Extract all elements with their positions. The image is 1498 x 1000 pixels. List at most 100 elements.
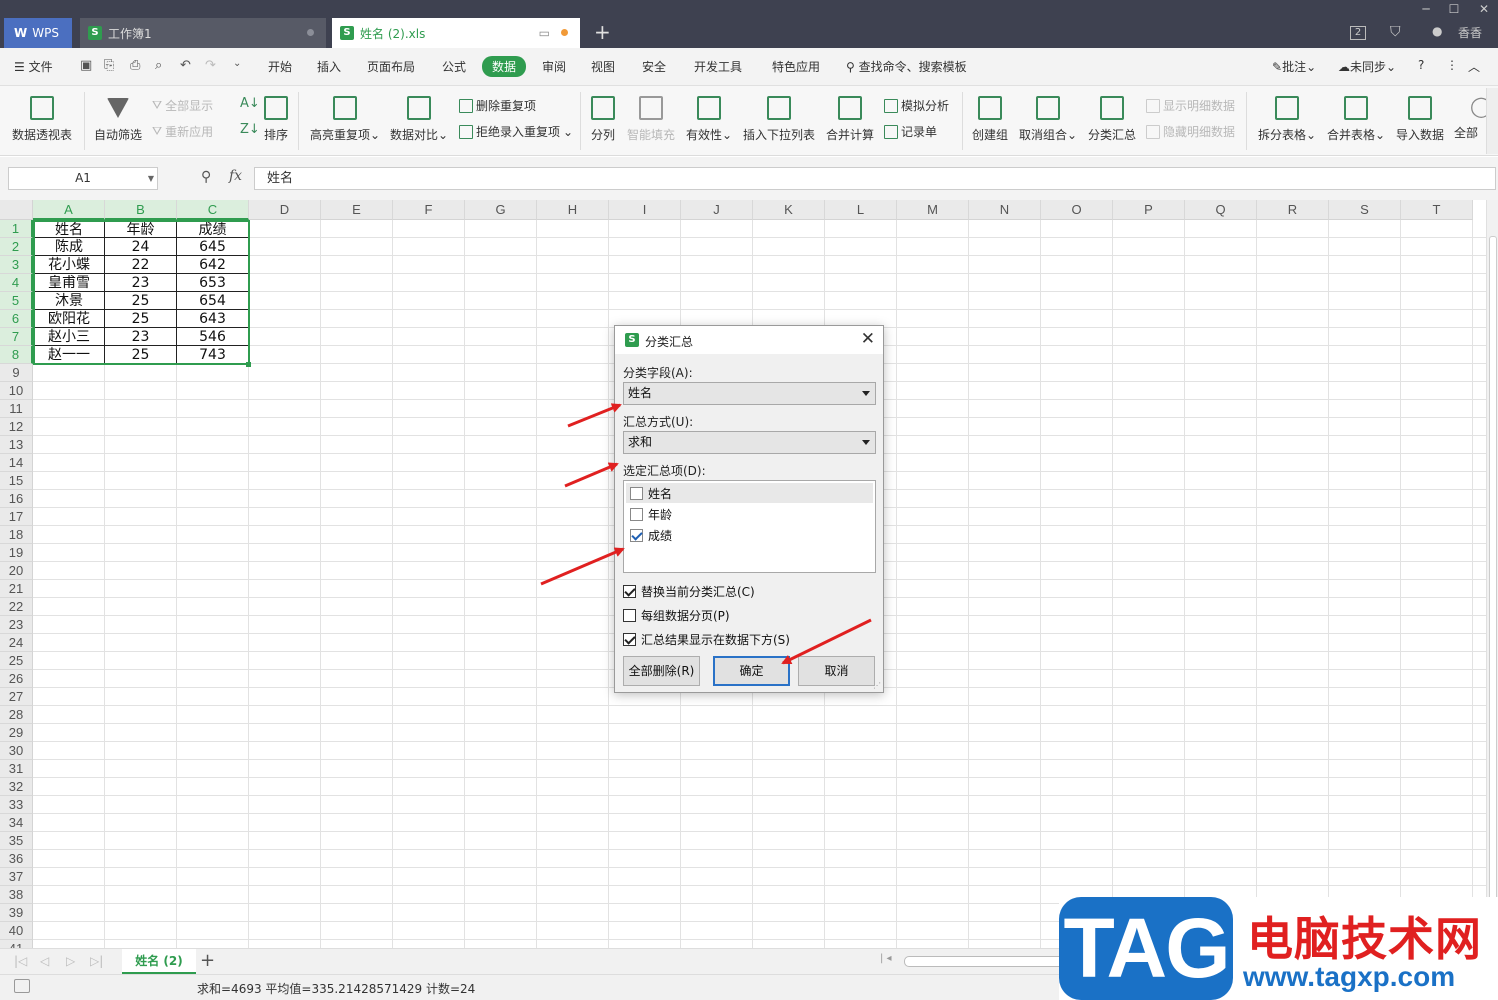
row-header[interactable]: 12 (0, 418, 33, 436)
remove-all-button[interactable]: 全部删除(R) (623, 656, 700, 686)
fill-handle[interactable] (246, 362, 251, 367)
data-cell[interactable]: 陈成 (33, 238, 105, 256)
checkbox[interactable] (630, 507, 643, 521)
consolidate-button[interactable]: 合并计算 (826, 96, 874, 143)
subtotal-button[interactable]: 分类汇总 (1088, 96, 1136, 143)
macro-record-icon[interactable] (14, 979, 30, 993)
more-icon[interactable]: ⋮ (1446, 58, 1458, 72)
row-header[interactable]: 3 (0, 256, 33, 274)
command-search[interactable]: ⚲ 查找命令、搜索模板 (846, 58, 967, 75)
tab-workbook1[interactable]: S 工作簿1 (80, 18, 326, 48)
row-header[interactable]: 39 (0, 904, 33, 922)
scroll-left-icon[interactable]: | ◂ (880, 953, 892, 964)
tab-current-file[interactable]: S 姓名 (2).xls ▭ (332, 18, 580, 48)
close-window-button[interactable]: ✕ (1470, 0, 1498, 18)
prev-sheet-icon[interactable]: ◁ (40, 954, 49, 968)
data-cell[interactable]: 22 (105, 256, 177, 274)
column-header[interactable]: L (825, 200, 897, 220)
row-header[interactable]: 6 (0, 310, 33, 328)
sheet-tab-active[interactable]: 姓名 (2) (122, 949, 196, 974)
tab-security[interactable]: 安全 (642, 58, 666, 75)
tab-special-apps[interactable]: 特色应用 (772, 58, 820, 75)
add-sheet-button[interactable]: + (200, 950, 215, 971)
replace-subtotals-option[interactable]: 替换当前分类汇总(C) (623, 583, 755, 600)
column-header[interactable]: R (1257, 200, 1329, 220)
column-header[interactable]: S (1329, 200, 1401, 220)
show-all-button[interactable]: ⛛ 全部显示 (152, 97, 213, 114)
column-header[interactable]: O (1041, 200, 1113, 220)
row-header[interactable]: 2 (0, 238, 33, 256)
sync-button[interactable]: ☁未同步⌄ (1338, 58, 1396, 75)
row-header[interactable]: 31 (0, 760, 33, 778)
column-header[interactable]: T (1401, 200, 1473, 220)
monitor-icon[interactable]: ▭ (539, 26, 550, 40)
dialog-title-bar[interactable]: S 分类汇总 ✕ (615, 326, 883, 354)
row-header[interactable]: 18 (0, 526, 33, 544)
checkbox[interactable] (630, 486, 643, 500)
data-cell[interactable]: 645 (177, 238, 249, 256)
column-header[interactable]: D (249, 200, 321, 220)
summary-item-name[interactable]: 姓名 (626, 483, 873, 503)
sort-button[interactable]: 排序 (264, 96, 288, 143)
undo-icon[interactable]: ↶ (180, 58, 191, 73)
resize-grip-icon[interactable]: ⋰ (873, 681, 881, 690)
tab-insert[interactable]: 插入 (317, 58, 341, 75)
data-cell[interactable]: 皇甫雪 (33, 274, 105, 292)
column-header[interactable]: M (897, 200, 969, 220)
data-cell[interactable]: 23 (105, 328, 177, 346)
row-header[interactable]: 5 (0, 292, 33, 310)
row-header[interactable]: 38 (0, 886, 33, 904)
save-icon[interactable]: ▣ (80, 58, 92, 73)
cancel-button[interactable]: 取消 (798, 656, 875, 686)
summary-items-list[interactable]: 姓名 年龄 成绩 (623, 480, 876, 573)
row-header[interactable]: 29 (0, 724, 33, 742)
ok-button[interactable]: 确定 (713, 656, 790, 686)
tab-data[interactable]: 数据 (482, 56, 527, 77)
checkbox-checked[interactable] (630, 528, 643, 542)
tab-view[interactable]: 视图 (591, 58, 615, 75)
tab-start[interactable]: 开始 (268, 58, 292, 75)
row-header[interactable]: 20 (0, 562, 33, 580)
row-header[interactable]: 30 (0, 742, 33, 760)
row-header[interactable]: 37 (0, 868, 33, 886)
column-header[interactable]: C (177, 200, 249, 220)
wps-home-tab[interactable]: W WPS (4, 18, 72, 48)
annotate-button[interactable]: ✎批注⌄ (1272, 58, 1316, 75)
name-box[interactable]: A1 ▼ (8, 167, 158, 190)
row-header[interactable]: 21 (0, 580, 33, 598)
column-header[interactable]: K (753, 200, 825, 220)
data-cell[interactable]: 25 (105, 292, 177, 310)
format-painter-icon[interactable]: ⎘ (104, 58, 114, 73)
reject-duplicates-button[interactable]: 拒绝录入重复项 ⌄ (459, 123, 573, 140)
tab-status-dot[interactable] (307, 29, 314, 36)
column-header[interactable]: B (105, 200, 177, 220)
row-header[interactable]: 17 (0, 508, 33, 526)
data-cell[interactable]: 沐景 (33, 292, 105, 310)
data-cell[interactable]: 546 (177, 328, 249, 346)
row-header[interactable]: 14 (0, 454, 33, 472)
import-data-button[interactable]: 导入数据 (1396, 96, 1444, 143)
print-preview-icon[interactable]: ⌕ (155, 58, 162, 73)
page-break-option[interactable]: 每组数据分页(P) (623, 607, 730, 624)
horizontal-scrollbar[interactable]: | ◂ (880, 953, 1064, 969)
split-column-button[interactable]: 分列 (591, 96, 615, 143)
summary-item-score[interactable]: 成绩 (626, 525, 873, 545)
remove-duplicates-button[interactable]: 删除重复项 (459, 97, 536, 114)
data-cell[interactable]: 花小蝶 (33, 256, 105, 274)
row-header[interactable]: 22 (0, 598, 33, 616)
reapply-button[interactable]: ⛛ 重新应用 (152, 123, 213, 140)
data-cell[interactable]: 25 (105, 310, 177, 328)
close-icon[interactable]: ✕ (861, 329, 875, 349)
hide-detail-button[interactable]: 隐藏明细数据 (1146, 123, 1235, 140)
column-header[interactable]: H (537, 200, 609, 220)
row-header[interactable]: 7 (0, 328, 33, 346)
scroll-thumb[interactable] (904, 956, 1064, 967)
file-menu[interactable]: ☰ 文件 (14, 58, 53, 75)
row-header[interactable]: 36 (0, 850, 33, 868)
record-form-button[interactable]: 记录单 (884, 123, 937, 140)
column-header[interactable]: Q (1185, 200, 1257, 220)
formula-input[interactable]: 姓名 (254, 167, 1496, 190)
whatif-button[interactable]: 模拟分析 (884, 97, 949, 114)
redo-icon[interactable]: ↷ (205, 58, 216, 73)
row-header[interactable]: 24 (0, 634, 33, 652)
